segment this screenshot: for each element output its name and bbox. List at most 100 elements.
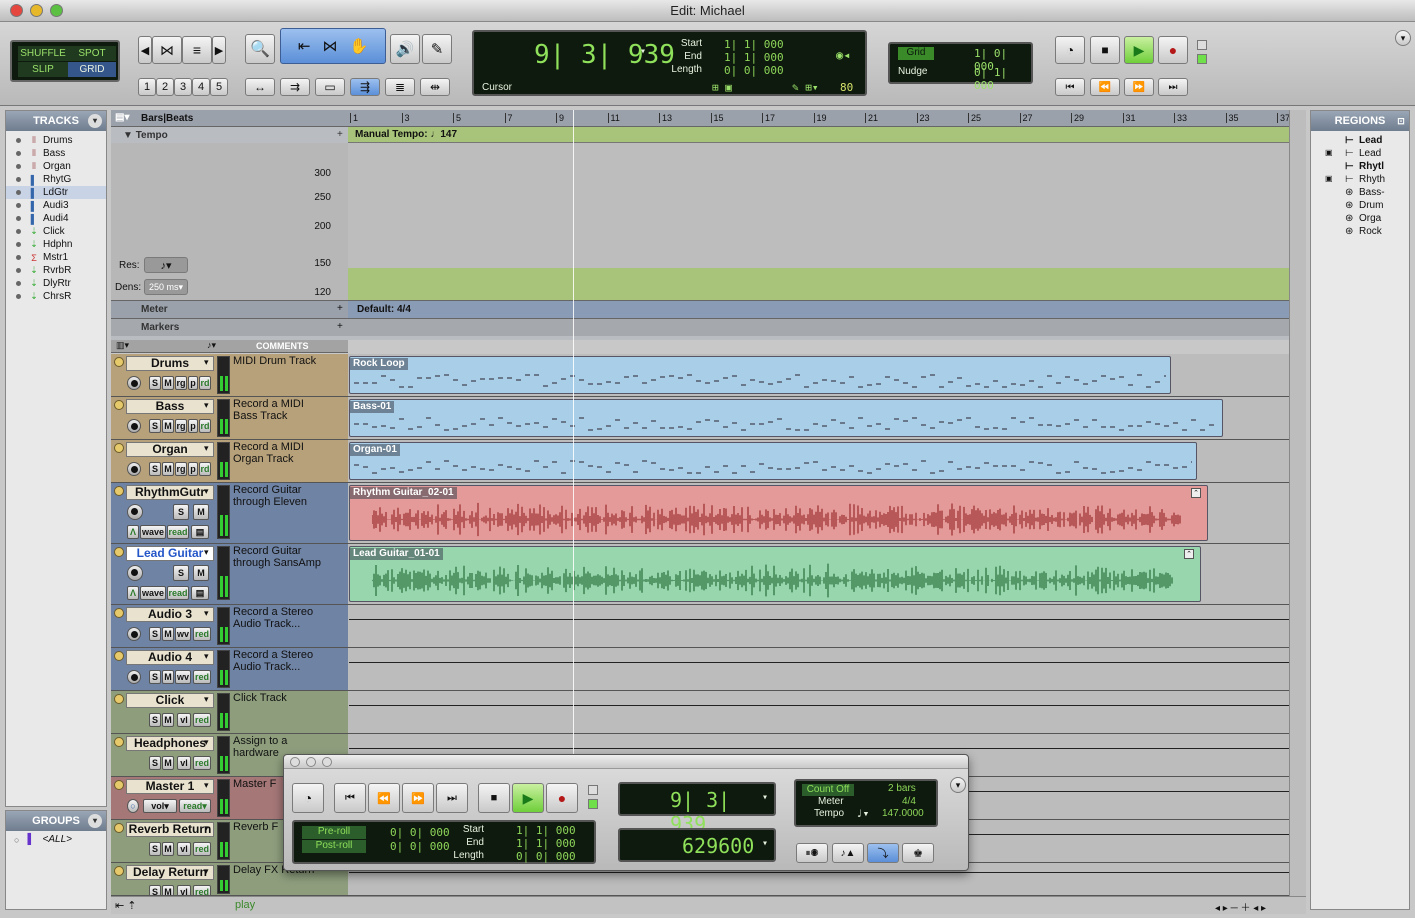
group-item-all[interactable]: ○ ▌ <ALL> [6,831,106,845]
link-timeline-icon[interactable]: ⇉ [280,78,310,96]
track-name[interactable]: Audio 4 [126,650,214,665]
meter-value-transport[interactable]: 4/4 [902,796,916,807]
go-to-end-button[interactable]: ⏭ [1158,78,1188,96]
mute-button[interactable]: M [162,670,174,684]
pencil-tool-icon[interactable]: ✎ [422,34,452,64]
playlist-button[interactable]: p [188,462,198,476]
track-name-dropdown-icon[interactable]: ▾ [204,694,209,705]
track-name-dropdown-icon[interactable]: ▾ [204,651,209,662]
spot-mode-button[interactable]: SPOT [68,46,116,61]
tracklist-item[interactable]: ▌ RhytG [6,173,106,186]
mute-button[interactable]: M [162,756,174,770]
midi-merge-icon[interactable]: ⤵ [867,843,899,863]
track-name[interactable]: Lead Guitar [126,546,214,561]
track-name[interactable]: Master 1 [126,779,214,794]
view-selector-icon[interactable]: ▥▾ [116,340,129,351]
return-to-zero-button[interactable]: ⏮ [1055,78,1085,96]
playlist-selector-icon[interactable]: ▤ [191,586,209,600]
online-icon[interactable]: ◔ [1055,36,1085,64]
scroll-left-icon[interactable]: ⇤ ⇡ [115,899,137,912]
volume-automation-line[interactable] [349,662,1290,663]
midi-tools-icon[interactable]: ✎ ⊞▾ [792,81,819,94]
length-value[interactable]: 0| 0| 000 [724,64,784,77]
count-off-button[interactable]: Count Off [802,784,854,796]
region-list-item[interactable]: ⊢ Lead [1311,135,1409,148]
start-value[interactable]: 1| 1| 000 [724,38,784,51]
track-name[interactable]: Drums [126,356,214,371]
solo-button[interactable]: S [149,885,161,895]
transport-end-button[interactable]: ⏭ [436,783,468,813]
record-enable-button[interactable] [127,504,143,520]
zoom-preset-2[interactable]: 2 [156,78,174,96]
track-comment[interactable]: Record Guitar through Eleven [233,484,330,508]
add-meter-icon[interactable]: + [337,303,343,314]
transport-close-button[interactable] [290,757,300,767]
nudge-value[interactable]: 0| 1| 000 [974,66,1031,92]
timebase-icon[interactable]: Λ [127,586,139,600]
transport-rtz-button[interactable]: ⏮ [334,783,366,813]
tracklist-item[interactable]: ▌ Audi3 [6,199,106,212]
track-comment[interactable]: MIDI Drum Track [233,355,330,367]
read-mode-button[interactable]: rd [199,376,211,390]
track-row[interactable]: Audio 3 ▾ S Mwv red Record a Stereo Audio Tra… [111,605,1306,648]
solo-button[interactable]: S [149,713,161,727]
record-enable-button[interactable] [127,376,141,390]
shuffle-mode-button[interactable]: SHUFFLE [18,46,68,61]
read-mode-button[interactable]: red [193,713,211,727]
track-name-dropdown-icon[interactable]: ▾ [204,357,209,368]
playlist-button[interactable]: p [188,376,198,390]
tracklist-item[interactable]: ▌ Audi4 [6,212,106,225]
track-menu-icon[interactable] [114,780,124,790]
tracklist-item[interactable]: ⦀ Bass [6,147,106,160]
selector-tool-icon[interactable]: ⋈ [322,37,337,55]
ruler-view-menu-icon[interactable]: ▤▾ [115,112,129,123]
transport-rewind-button[interactable]: ⏪ [368,783,400,813]
waveform-view-button[interactable]: wv [175,627,191,641]
stop-button[interactable]: ■ [1090,36,1120,64]
track-menu-icon[interactable] [114,547,124,557]
mute-button[interactable]: M [193,565,209,581]
track-name[interactable]: Reverb Return [126,822,214,837]
solo-button[interactable]: S [173,504,189,520]
read-mode-button[interactable]: rd [199,462,211,476]
zoom-preset-3[interactable]: 3 [174,78,192,96]
read-mode-button[interactable]: rd [199,419,211,433]
transport-minimize-button[interactable] [306,757,316,767]
transport-end-value[interactable]: 1| 1| 000 [516,837,576,850]
volume-view-button[interactable]: vol▾ [143,799,177,813]
zoom-preset-1[interactable]: 1 [138,78,156,96]
midi-merge-indicator[interactable] [1197,40,1207,50]
track-row[interactable]: Organ ▾ S Mrg p rd Record a MIDI Organ Track Or… [111,440,1306,483]
postroll-button[interactable]: Post-roll [302,840,366,853]
transport-record-button[interactable]: ● [546,783,578,813]
tracklist-item[interactable]: ⇣ ChrsR [6,290,106,303]
nudge-label[interactable]: Nudge [898,66,927,77]
solo-button[interactable]: S [149,376,161,390]
volume-automation-line[interactable] [349,872,1290,873]
resolution-selector[interactable]: ♪▾ [144,257,188,273]
record-enable-button[interactable] [127,419,141,433]
track-menu-icon[interactable] [114,400,124,410]
zoom-preset-5[interactable]: 5 [210,78,228,96]
count-off-value[interactable]: 2 bars [888,783,916,794]
transport-sub-dropdown-icon[interactable]: ▾ [762,838,768,849]
mute-button[interactable]: M [162,419,174,433]
record-enable-button[interactable] [127,462,141,476]
link-track-icon[interactable]: ▭ [315,78,345,96]
trim-tool-icon[interactable]: ⇤ [298,37,311,55]
transport-merge-indicator[interactable] [588,785,598,795]
sort-icon[interactable]: ♪▾ [207,340,216,351]
track-menu-icon[interactable] [114,737,124,747]
volume-view-button[interactable]: vl [177,842,191,856]
track-menu-icon[interactable] [114,866,124,876]
scrubber-tool-icon[interactable]: 🔊 [390,34,420,64]
density-selector[interactable]: 250 ms ▾ [144,279,188,295]
insertion-follows-playback-icon[interactable]: ⇶ [350,78,380,96]
solo-button[interactable]: S [149,842,161,856]
volume-view-button[interactable]: vl [177,885,191,895]
transport-zoom-button[interactable] [322,757,332,767]
track-name-dropdown-icon[interactable]: ▾ [204,780,209,791]
region-list-item[interactable]: ⊛ Orga [1311,213,1409,226]
mute-button[interactable]: M [162,627,174,641]
clip-region[interactable]: Lead Guitar_01-01 ⌃ [349,546,1201,602]
